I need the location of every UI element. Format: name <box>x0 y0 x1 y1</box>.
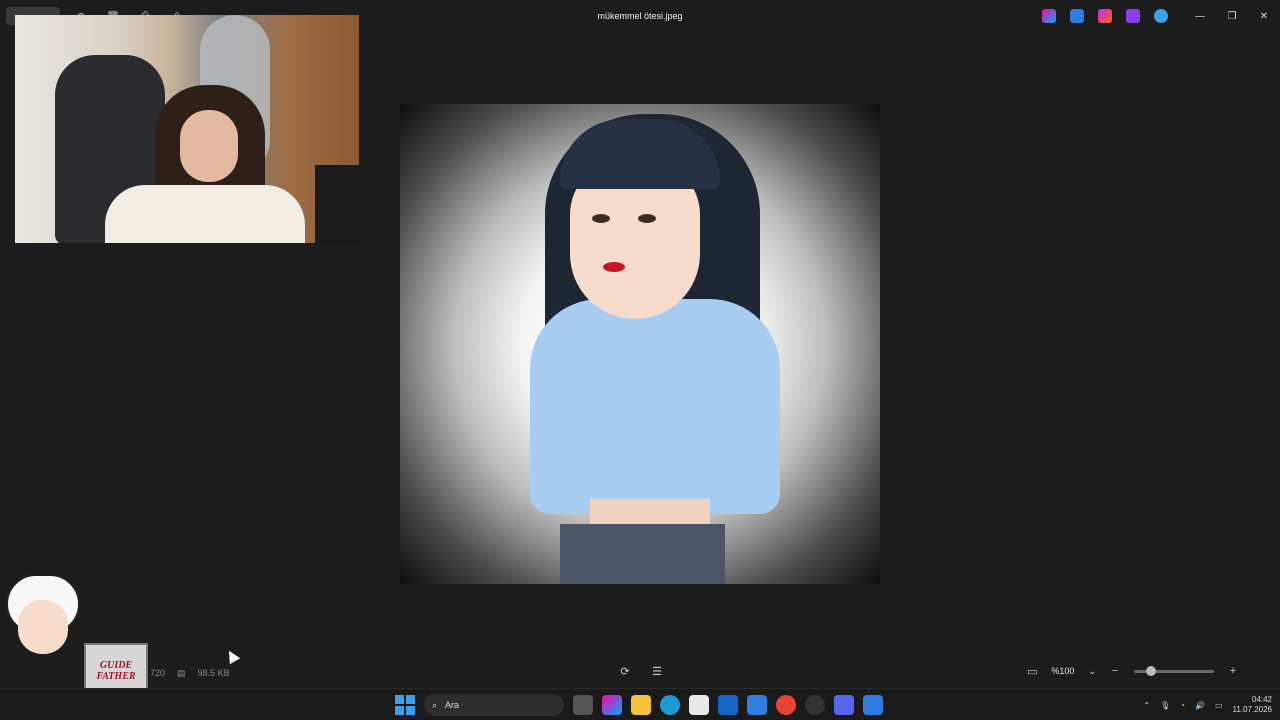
battery-icon[interactable]: ▭ <box>1215 701 1223 710</box>
fit-screen-icon[interactable]: ▭ <box>1025 664 1039 678</box>
outlook-icon[interactable] <box>718 695 738 715</box>
maximize-button[interactable]: ❐ <box>1216 0 1248 32</box>
file-explorer-icon[interactable] <box>631 695 651 715</box>
file-size: 98.5 KB <box>197 668 230 678</box>
start-button[interactable] <box>395 695 415 715</box>
illustration-lips <box>603 262 625 272</box>
system-tray: ⌃ 🎙 ◔ 🔊 ▭ 04:42 11.07.2026 <box>1143 695 1272 715</box>
close-button[interactable]: ✕ <box>1248 0 1280 32</box>
taskbar-search[interactable]: ⌕ Ara <box>424 694 564 716</box>
zoom-value: %100 <box>1051 666 1075 676</box>
webcam-monitor <box>315 165 359 243</box>
chevron-down-icon: ⌄ <box>1088 665 1096 676</box>
paint-icon[interactable] <box>1098 9 1112 23</box>
search-placeholder: Ara <box>445 700 460 710</box>
clipchamp-icon[interactable] <box>1126 9 1140 23</box>
copilot-taskbar-icon[interactable] <box>602 695 622 715</box>
filmstrip-icon[interactable]: ☰ <box>650 664 664 678</box>
panda-mascot-overlay <box>4 572 80 690</box>
edge-icon[interactable] <box>660 695 680 715</box>
displayed-image[interactable] <box>400 104 880 584</box>
zoom-in-icon[interactable]: + <box>1226 664 1240 678</box>
zoom-slider[interactable] <box>1134 665 1214 676</box>
minimize-button[interactable]: — <box>1184 0 1216 32</box>
designer-icon[interactable] <box>1070 9 1084 23</box>
taskbar-apps: ⌕ Ara <box>395 694 883 716</box>
mascot-face <box>18 600 68 654</box>
file-size-icon: ▤ <box>177 668 186 678</box>
window-controls: — ❐ ✕ <box>1184 0 1280 32</box>
clock-time: 04:42 <box>1251 695 1272 704</box>
onedrive-icon[interactable] <box>1154 9 1168 23</box>
discord-icon[interactable] <box>834 695 854 715</box>
photos-icon[interactable] <box>863 695 883 715</box>
taskbar: ⌕ Ara ⌃ 🎙 ◔ 🔊 ▭ 04:42 11.07.2026 <box>0 688 1280 720</box>
zoom-dropdown[interactable]: %100 ⌄ <box>1051 666 1096 677</box>
clock-date: 11.07.2026 <box>1232 705 1272 714</box>
zoom-controls: ▭ %100 ⌄ − + <box>1025 664 1240 678</box>
volume-icon[interactable]: 🔊 <box>1195 701 1205 710</box>
copilot-icon[interactable] <box>1042 9 1056 23</box>
illustration-shirt <box>530 299 780 514</box>
task-view-icon[interactable] <box>573 695 593 715</box>
chrome-icon[interactable] <box>776 695 796 715</box>
illustration-jeans <box>560 524 725 584</box>
status-bar: 720 ▤ 98.5 KB ⟳ ☰ ▭ %100 ⌄ − + <box>0 656 1280 688</box>
microphone-icon[interactable]: 🎙 <box>1160 701 1170 710</box>
store-icon[interactable] <box>689 695 709 715</box>
webcam-person-shirt <box>105 185 305 243</box>
photo-viewer-window: ⊕ 🗑 ⎙ ⇪ mükemmel ötesi.jpeg — ❐ ✕ <box>0 0 1280 720</box>
image-dimensions: 720 <box>150 668 166 678</box>
obs-icon[interactable] <box>805 695 825 715</box>
guide-father-text: GUIDE FATHER <box>96 660 136 682</box>
view-tools: ⟳ ☰ <box>618 664 664 678</box>
webcam-overlay <box>15 15 359 243</box>
illustration-left-eye <box>592 214 610 223</box>
webcam-person-face <box>180 110 238 182</box>
title-app-icons <box>1042 9 1168 23</box>
image-info: 720 ▤ 98.5 KB <box>150 668 230 679</box>
zoom-slider-thumb[interactable] <box>1146 665 1156 676</box>
illustration-right-eye <box>638 214 656 223</box>
rotate-icon[interactable]: ⟳ <box>618 664 632 678</box>
clock[interactable]: 04:42 11.07.2026 <box>1233 695 1272 715</box>
snipping-tool-icon[interactable] <box>747 695 767 715</box>
chevron-up-icon[interactable]: ⌃ <box>1143 701 1150 710</box>
zoom-out-icon[interactable]: − <box>1108 664 1122 678</box>
wifi-icon[interactable]: ◔ <box>1180 701 1185 710</box>
search-icon: ⌕ <box>432 699 438 710</box>
